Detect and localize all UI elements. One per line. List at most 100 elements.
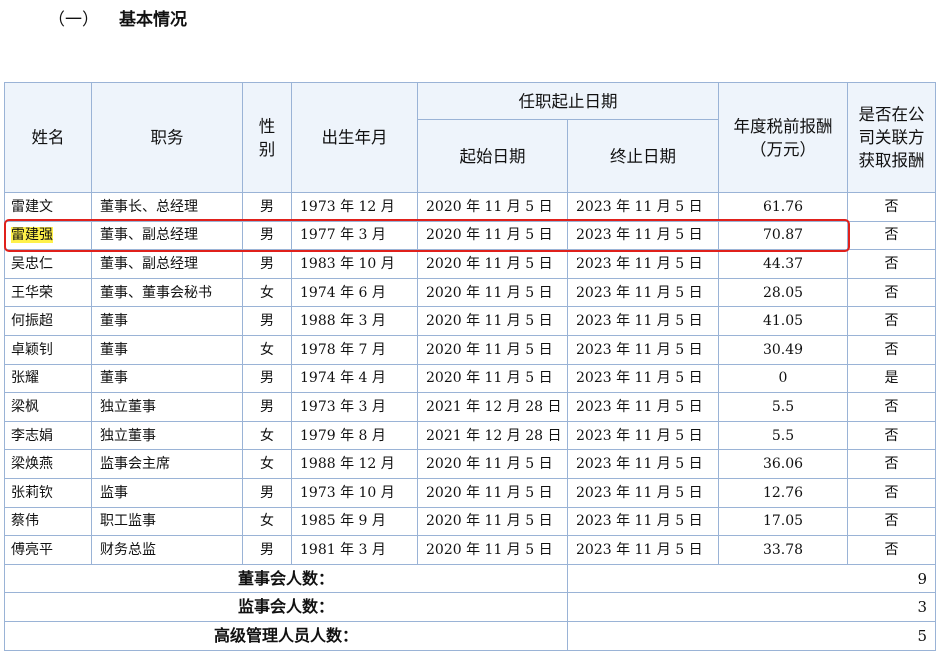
cell-gender-text: 女 — [260, 456, 274, 473]
table-row: 卓颖钊 董事 女 1978 年 7 月 2020 年 11 月 5 日 2023 年 11… — [4, 334, 936, 365]
cell-birth-text: 1985 年 9 月 — [300, 513, 386, 530]
cell-name: 雷建文 — [4, 192, 92, 222]
table-row: 吴忠仁 董事、副总经理 男 1983 年 10 月 2020 年 11 月 5 日 202… — [4, 249, 936, 279]
cell-end-date-text: 2023 年 11 月 5 日 — [576, 255, 703, 272]
table-row: 雷建文 董事长、总经理 男 1973 年 12 月 2020 年 11 月 5 日 202… — [4, 192, 936, 222]
cell-related-pay: 是 — [847, 363, 936, 394]
cell-name-text: 张莉钦 — [11, 484, 53, 501]
cell-name: 梁焕燕 — [4, 449, 92, 479]
cell-end-date: 2023 年 11 月 5 日 — [567, 334, 719, 365]
cell-start-date: 2020 年 11 月 5 日 — [417, 220, 568, 251]
header-start: 起始日期 — [417, 119, 568, 193]
section-number: （一） — [48, 10, 99, 30]
cell-salary-text: 44.37 — [762, 255, 804, 272]
cell-start-date-text: 2020 年 11 月 5 日 — [426, 198, 553, 215]
summary-label: 监事会人数： — [4, 592, 568, 622]
cell-end-date-text: 2023 年 11 月 5 日 — [576, 398, 703, 415]
cell-name-text: 李志娟 — [11, 427, 53, 444]
summary-value: 3 — [567, 592, 936, 622]
cell-related-pay: 否 — [847, 506, 936, 537]
cell-start-date-text: 2020 年 11 月 5 日 — [426, 255, 553, 272]
cell-birth: 1978 年 7 月 — [291, 334, 418, 365]
cell-position-text: 董事 — [100, 313, 128, 330]
cell-start-date: 2020 年 11 月 5 日 — [417, 277, 568, 308]
header-end: 终止日期 — [567, 119, 719, 193]
cell-related-pay-text: 否 — [884, 427, 899, 444]
cell-start-date: 2020 年 11 月 5 日 — [417, 506, 568, 537]
cell-gender: 男 — [242, 306, 292, 336]
header-name: 姓名 — [4, 82, 92, 193]
cell-name: 蔡伟 — [4, 506, 92, 537]
cell-related-pay-text: 否 — [884, 456, 899, 473]
cell-gender: 男 — [242, 477, 292, 508]
cell-name: 张耀 — [4, 363, 92, 394]
cell-birth-text: 1973 年 12 月 — [300, 198, 395, 215]
cell-name-text: 雷建强 — [11, 227, 53, 244]
header-term: 任职起止日期 — [417, 82, 719, 120]
cell-start-date-text: 2020 年 11 月 5 日 — [426, 541, 553, 558]
cell-birth: 1977 年 3 月 — [291, 220, 418, 251]
cell-end-date: 2023 年 11 月 5 日 — [567, 249, 719, 279]
section-title: 基本情况 — [119, 10, 187, 30]
cell-gender: 男 — [242, 535, 292, 565]
cell-gender: 男 — [242, 363, 292, 394]
cell-related-pay: 否 — [847, 249, 936, 279]
cell-name-text: 傅亮平 — [11, 541, 53, 558]
cell-related-pay: 否 — [847, 192, 936, 222]
summary-value: 9 — [567, 563, 936, 594]
cell-end-date-text: 2023 年 11 月 5 日 — [576, 313, 703, 330]
cell-name-text: 张耀 — [11, 370, 39, 387]
cell-gender-text: 女 — [260, 284, 274, 301]
cell-end-date: 2023 年 11 月 5 日 — [567, 477, 719, 508]
cell-position: 独立董事 — [91, 420, 243, 451]
cell-related-pay-text: 否 — [884, 541, 899, 558]
cell-start-date: 2021 年 12 月 28 日 — [417, 420, 568, 451]
cell-gender: 男 — [242, 392, 292, 422]
cell-end-date: 2023 年 11 月 5 日 — [567, 192, 719, 222]
cell-gender: 男 — [242, 192, 292, 222]
cell-related-pay: 否 — [847, 477, 936, 508]
cell-start-date: 2020 年 11 月 5 日 — [417, 334, 568, 365]
cell-name: 张莉钦 — [4, 477, 92, 508]
cell-end-date: 2023 年 11 月 5 日 — [567, 535, 719, 565]
cell-gender-text: 男 — [260, 227, 274, 244]
staff-table: 姓名 职务 性别 出生年月 任职起止日期 年度税前报酬（万元） 是否在公司关联方… — [4, 82, 936, 651]
cell-related-pay: 否 — [847, 220, 936, 251]
cell-start-date: 2020 年 11 月 5 日 — [417, 249, 568, 279]
cell-end-date: 2023 年 11 月 5 日 — [567, 449, 719, 479]
cell-end-date-text: 2023 年 11 月 5 日 — [576, 198, 703, 215]
cell-salary-text: 41.05 — [762, 313, 804, 330]
table-row: 何振超 董事 男 1988 年 3 月 2020 年 11 月 5 日 2023 年 11… — [4, 306, 936, 336]
cell-birth: 1973 年 10 月 — [291, 477, 418, 508]
cell-start-date: 2020 年 11 月 5 日 — [417, 449, 568, 479]
cell-name-text: 何振超 — [11, 313, 53, 330]
cell-birth-text: 1973 年 10 月 — [300, 484, 395, 501]
cell-position: 董事 — [91, 334, 243, 365]
cell-name-text: 梁焕燕 — [11, 456, 53, 473]
cell-salary: 33.78 — [718, 535, 848, 565]
cell-salary: 0 — [718, 363, 848, 394]
cell-position-text: 董事 — [100, 341, 128, 358]
cell-salary: 30.49 — [718, 334, 848, 365]
cell-name: 卓颖钊 — [4, 334, 92, 365]
cell-salary: 36.06 — [718, 449, 848, 479]
cell-start-date: 2020 年 11 月 5 日 — [417, 535, 568, 565]
cell-gender-text: 男 — [260, 198, 274, 215]
summary-row: 高级管理人员人数： 5 — [4, 620, 936, 651]
cell-gender: 女 — [242, 506, 292, 537]
cell-position: 董事、副总经理 — [91, 220, 243, 251]
cell-salary: 70.87 — [718, 220, 848, 251]
cell-birth: 1979 年 8 月 — [291, 420, 418, 451]
table-body: 雷建文 董事长、总经理男 1973 年 12 月 2020 年 11 月 5 日 202… — [4, 192, 936, 565]
cell-start-date-text: 2020 年 11 月 5 日 — [426, 513, 553, 530]
cell-related-pay: 否 — [847, 449, 936, 479]
cell-end-date-text: 2023 年 11 月 5 日 — [576, 513, 703, 530]
cell-gender-text: 女 — [260, 341, 274, 358]
cell-position-text: 董事、副总经理 — [100, 255, 198, 272]
summary-row: 监事会人数： 3 — [4, 592, 936, 622]
cell-end-date-text: 2023 年 11 月 5 日 — [576, 541, 703, 558]
cell-salary-text: 30.49 — [762, 341, 804, 358]
cell-birth: 1973 年 3 月 — [291, 392, 418, 422]
cell-related-pay: 否 — [847, 535, 936, 565]
cell-gender-text: 男 — [260, 541, 274, 558]
